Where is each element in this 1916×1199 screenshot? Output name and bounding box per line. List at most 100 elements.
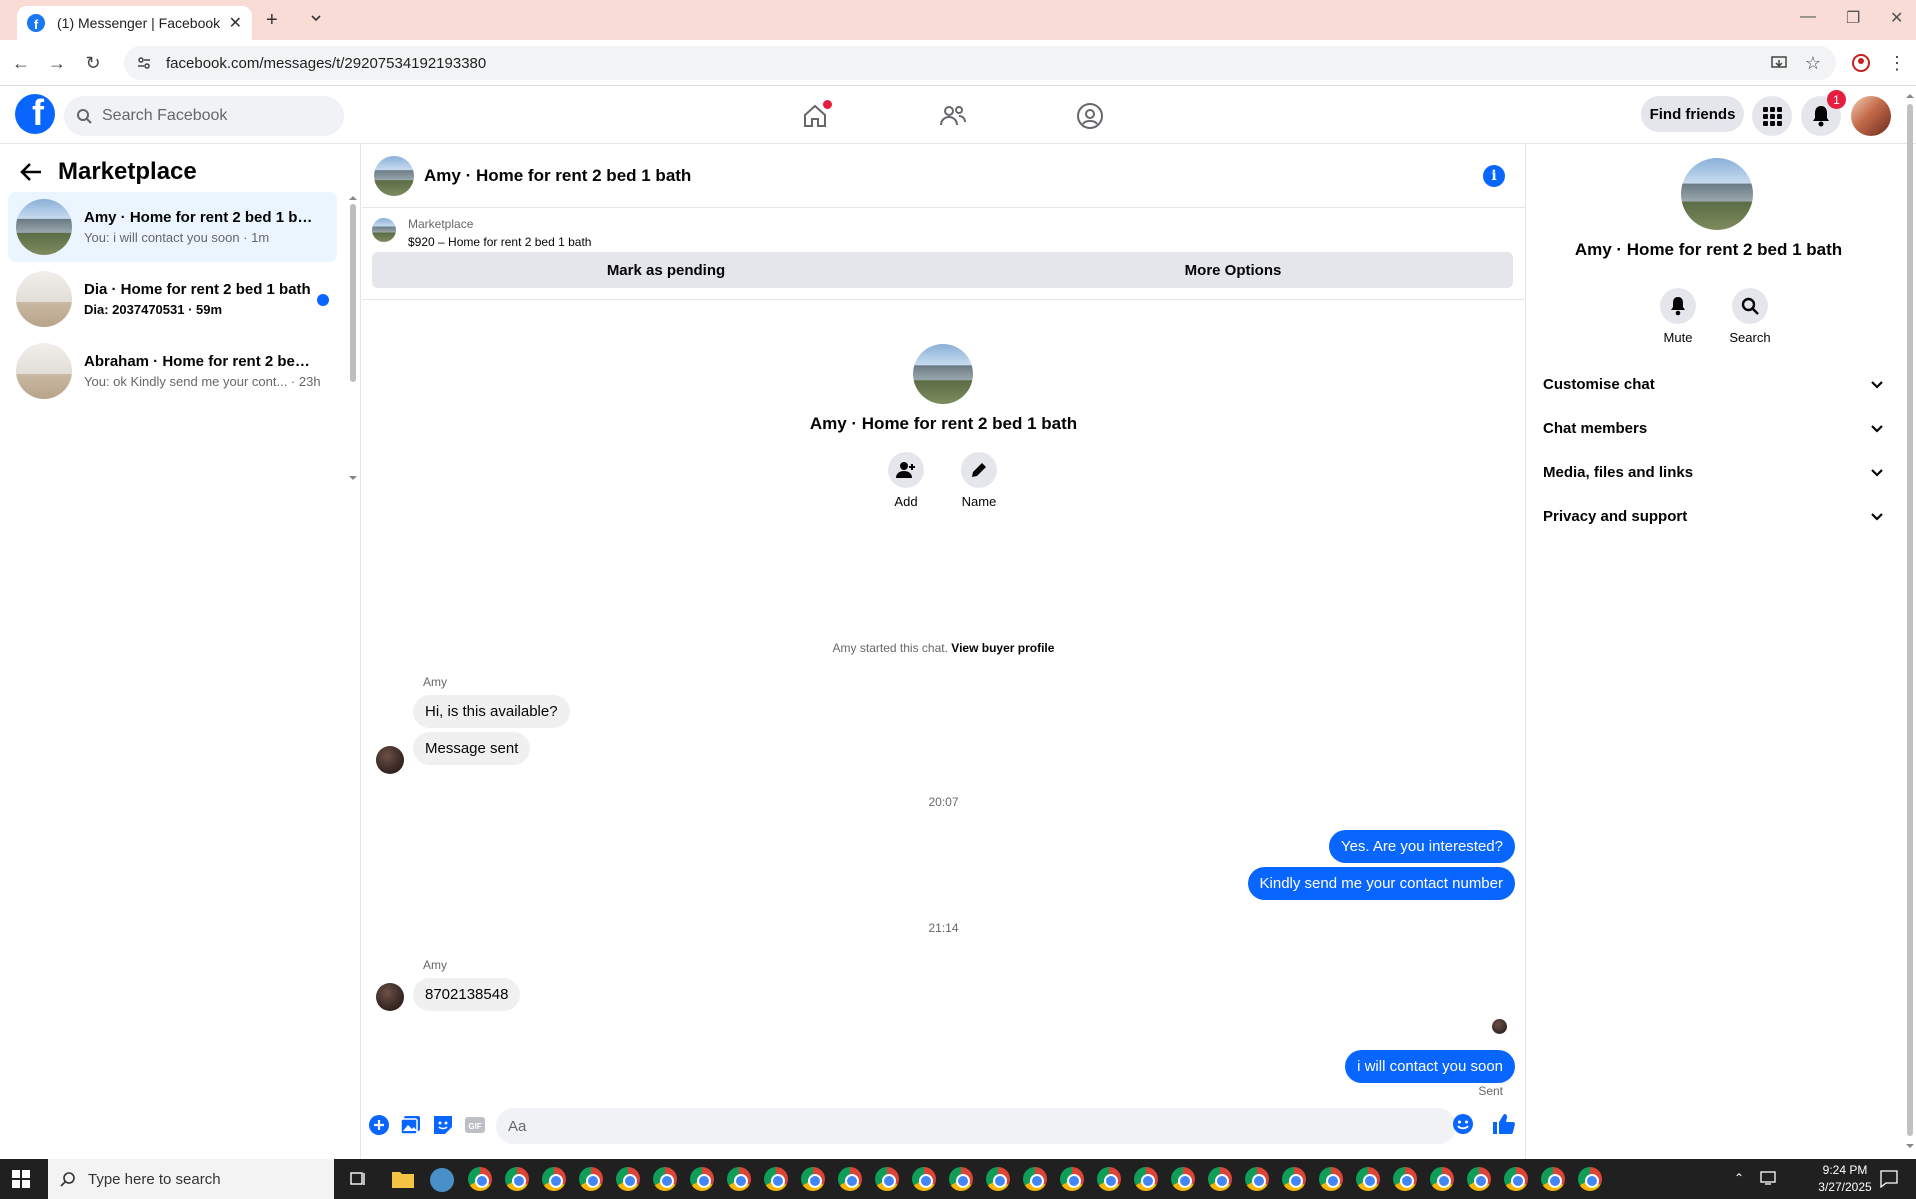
install-app-icon[interactable] bbox=[1766, 50, 1792, 76]
chrome-icon[interactable] bbox=[801, 1167, 825, 1191]
close-window-icon[interactable]: ✕ bbox=[1890, 8, 1903, 28]
conversation-item-amy[interactable]: Amy · Home for rent 2 bed 1 bath You: i … bbox=[8, 192, 337, 262]
account-avatar[interactable] bbox=[1851, 96, 1891, 136]
message-bubble-outgoing[interactable]: Kindly send me your contact number bbox=[1247, 867, 1515, 900]
taskbar-app-icon[interactable] bbox=[430, 1168, 454, 1192]
chrome-icon[interactable] bbox=[727, 1167, 751, 1191]
chrome-icon[interactable] bbox=[468, 1167, 492, 1191]
chrome-icon[interactable] bbox=[616, 1167, 640, 1191]
chrome-icon[interactable] bbox=[653, 1167, 677, 1191]
name-chat-button[interactable]: Name bbox=[949, 452, 1009, 509]
listing-price-title[interactable]: $920 – Home for rent 2 bed 1 bath bbox=[408, 235, 591, 249]
close-tab-icon[interactable]: ✕ bbox=[229, 13, 242, 33]
friends-icon[interactable] bbox=[935, 98, 971, 134]
chrome-icon[interactable] bbox=[1393, 1167, 1417, 1191]
menu-grid-icon[interactable] bbox=[1752, 96, 1792, 136]
site-settings-icon[interactable] bbox=[136, 55, 152, 71]
section-customise-chat[interactable]: Customise chat bbox=[1543, 376, 1883, 393]
chrome-icon[interactable] bbox=[1467, 1167, 1491, 1191]
chrome-icon[interactable] bbox=[542, 1167, 566, 1191]
chrome-icon[interactable] bbox=[949, 1167, 973, 1191]
chrome-icon[interactable] bbox=[1097, 1167, 1121, 1191]
photo-icon[interactable] bbox=[400, 1114, 422, 1136]
sender-avatar[interactable] bbox=[376, 746, 404, 774]
thumbs-up-icon[interactable] bbox=[1491, 1112, 1515, 1134]
chrome-icon[interactable] bbox=[1578, 1167, 1602, 1191]
chrome-icon[interactable] bbox=[690, 1167, 714, 1191]
search-in-chat-button[interactable]: Search bbox=[1720, 288, 1780, 345]
chrome-icon[interactable] bbox=[1430, 1167, 1454, 1191]
chrome-icon[interactable] bbox=[764, 1167, 788, 1191]
minimize-icon[interactable]: — bbox=[1800, 8, 1816, 26]
message-input[interactable]: Aa bbox=[496, 1108, 1456, 1144]
chrome-icon[interactable] bbox=[1171, 1167, 1195, 1191]
message-bubble-outgoing[interactable]: i will contact you soon bbox=[1345, 1050, 1515, 1083]
chrome-icon[interactable] bbox=[838, 1167, 862, 1191]
bookmark-star-icon[interactable]: ☆ bbox=[1800, 50, 1826, 76]
chrome-icon[interactable] bbox=[1504, 1167, 1528, 1191]
task-view-icon[interactable] bbox=[350, 1170, 368, 1188]
chat-title[interactable]: Amy · Home for rent 2 bed 1 bath bbox=[424, 166, 691, 186]
gif-icon[interactable]: GIF bbox=[464, 1114, 486, 1136]
conversation-item-abraham[interactable]: Abraham · Home for rent 2 bed ... You: o… bbox=[8, 336, 337, 406]
section-media-files-links[interactable]: Media, files and links bbox=[1543, 464, 1883, 481]
plus-icon[interactable] bbox=[368, 1114, 390, 1136]
details-avatar[interactable] bbox=[1681, 158, 1753, 230]
taskbar-clock[interactable]: 9:24 PM 3/27/2025 bbox=[1800, 1162, 1890, 1196]
add-people-button[interactable]: Add bbox=[876, 452, 936, 509]
back-arrow-icon[interactable] bbox=[20, 162, 42, 182]
network-icon[interactable] bbox=[1760, 1171, 1778, 1185]
chrome-icon[interactable] bbox=[1208, 1167, 1232, 1191]
browser-menu-icon[interactable]: ⋮ bbox=[1884, 50, 1910, 76]
chrome-icon[interactable] bbox=[1541, 1167, 1565, 1191]
chrome-icon[interactable] bbox=[1134, 1167, 1158, 1191]
new-tab-icon[interactable]: + bbox=[266, 9, 278, 32]
forward-icon[interactable]: → bbox=[44, 50, 70, 76]
chrome-icon[interactable] bbox=[505, 1167, 529, 1191]
sender-avatar[interactable] bbox=[376, 983, 404, 1011]
sidebar-scrollbar[interactable] bbox=[349, 194, 357, 484]
taskbar-search-input[interactable]: Type here to search bbox=[48, 1159, 334, 1199]
info-icon[interactable]: i bbox=[1483, 165, 1505, 187]
section-privacy-support[interactable]: Privacy and support bbox=[1543, 508, 1883, 525]
chrome-icon[interactable] bbox=[912, 1167, 936, 1191]
tray-chevron-up-icon[interactable]: ⌃ bbox=[1734, 1171, 1744, 1185]
notification-center-icon[interactable] bbox=[1880, 1170, 1898, 1188]
mark-as-pending-button[interactable]: Mark as pending bbox=[372, 252, 960, 288]
mute-button[interactable]: Mute bbox=[1648, 288, 1708, 345]
restore-icon[interactable]: ❐ bbox=[1846, 8, 1860, 28]
view-buyer-profile-link[interactable]: View buyer profile bbox=[951, 641, 1054, 655]
sticker-icon[interactable] bbox=[432, 1114, 454, 1136]
conversation-item-dia[interactable]: Dia · Home for rent 2 bed 1 bath Dia: 20… bbox=[8, 264, 337, 334]
message-bubble-outgoing[interactable]: Yes. Are you interested? bbox=[1328, 830, 1515, 863]
section-chat-members[interactable]: Chat members bbox=[1543, 420, 1883, 437]
message-bubble-incoming[interactable]: Message sent bbox=[413, 732, 531, 765]
chrome-icon[interactable] bbox=[1245, 1167, 1269, 1191]
tab-search-icon[interactable] bbox=[310, 12, 322, 24]
chrome-icon[interactable] bbox=[1319, 1167, 1343, 1191]
browser-tab[interactable]: f (1) Messenger | Facebook ✕ bbox=[17, 6, 252, 40]
windows-start-icon[interactable] bbox=[12, 1170, 30, 1188]
chrome-icon[interactable] bbox=[1282, 1167, 1306, 1191]
profile-icon[interactable] bbox=[1848, 50, 1874, 76]
url-bar[interactable]: facebook.com/messages/t/2920753419219338… bbox=[124, 46, 1836, 80]
file-explorer-icon[interactable] bbox=[392, 1170, 414, 1188]
emoji-icon[interactable] bbox=[1452, 1113, 1474, 1135]
chrome-icon[interactable] bbox=[986, 1167, 1010, 1191]
chat-avatar[interactable] bbox=[374, 155, 414, 196]
facebook-logo-icon[interactable]: f bbox=[15, 94, 55, 134]
page-scrollbar[interactable] bbox=[1906, 92, 1914, 1152]
facebook-search-input[interactable]: Search Facebook bbox=[64, 96, 344, 136]
chrome-icon[interactable] bbox=[875, 1167, 899, 1191]
find-friends-button[interactable]: Find friends bbox=[1641, 96, 1744, 132]
chrome-icon[interactable] bbox=[579, 1167, 603, 1191]
more-options-button[interactable]: More Options bbox=[953, 252, 1513, 288]
message-bubble-incoming[interactable]: Hi, is this available? bbox=[413, 695, 570, 728]
chrome-icon[interactable] bbox=[1356, 1167, 1380, 1191]
chrome-icon[interactable] bbox=[1060, 1167, 1084, 1191]
chrome-icon[interactable] bbox=[1023, 1167, 1047, 1191]
message-bubble-incoming[interactable]: 8702138548 bbox=[413, 978, 521, 1011]
reload-icon[interactable]: ↻ bbox=[80, 50, 106, 76]
groups-icon[interactable] bbox=[1072, 98, 1108, 134]
back-icon[interactable]: ← bbox=[8, 50, 34, 76]
